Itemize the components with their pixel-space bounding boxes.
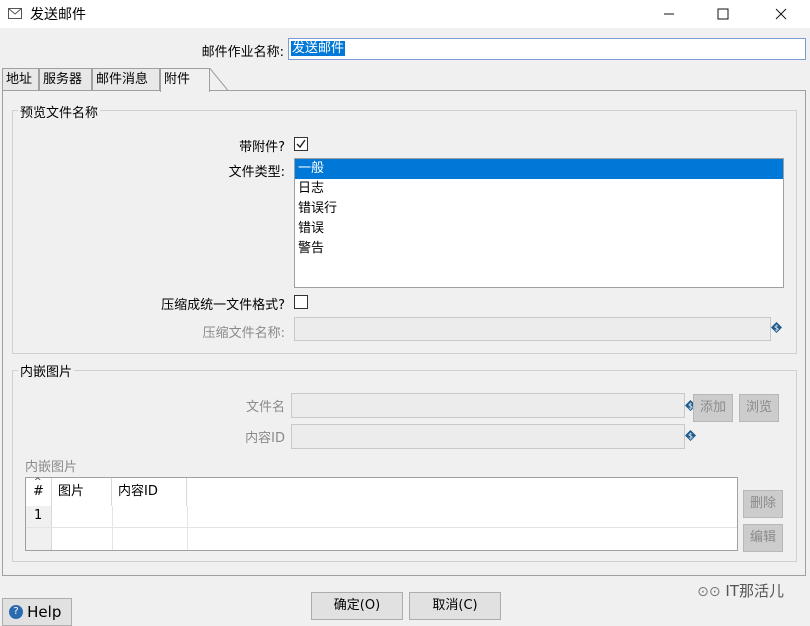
filename-label: 文件名 xyxy=(245,400,285,415)
tab-address[interactable]: 地址 xyxy=(2,68,39,90)
filename-input[interactable] xyxy=(291,393,685,418)
embedded-table-title: 内嵌图片 xyxy=(25,460,78,475)
svg-text:$: $ xyxy=(774,324,779,333)
wechat-icon: ⊙⊙ xyxy=(697,584,721,600)
browse-button[interactable]: 浏览 xyxy=(739,394,779,422)
embedded-legend: 内嵌图片 xyxy=(18,361,75,380)
help-label: Help xyxy=(27,603,62,621)
filetype-label: 文件类型: xyxy=(228,165,285,180)
tab-attachments[interactable]: 附件 xyxy=(160,68,210,92)
watermark-text: IT那活儿 xyxy=(725,582,784,600)
list-item[interactable]: 警告 xyxy=(295,239,783,259)
list-item[interactable]: 一般 xyxy=(295,159,783,179)
contentid-input[interactable] xyxy=(291,424,685,449)
contentid-label: 内容ID xyxy=(245,431,285,446)
row-number: 1 xyxy=(34,508,43,523)
cancel-button[interactable]: 取消(C) xyxy=(409,592,501,620)
variable-icon[interactable]: $ xyxy=(771,322,782,337)
embedded-table: # ^ 图片 内容ID 1 xyxy=(25,477,738,551)
attach-label: 带附件? xyxy=(239,140,285,155)
zipname-label: 压缩文件名称: xyxy=(202,326,285,341)
preview-legend: 预览文件名称 xyxy=(18,102,101,121)
table-row[interactable]: 1 xyxy=(26,506,737,550)
job-name-label: 邮件作业名称: xyxy=(201,45,284,60)
job-name-value: 发送邮件 xyxy=(291,41,346,56)
delete-button[interactable]: 删除 xyxy=(743,490,783,518)
maximize-button[interactable] xyxy=(700,0,746,28)
job-name-input[interactable]: 发送邮件 xyxy=(288,38,806,60)
list-item[interactable]: 错误行 xyxy=(295,199,783,219)
close-button[interactable] xyxy=(758,0,804,28)
compress-checkbox[interactable] xyxy=(294,295,308,309)
variable-icon[interactable]: $ xyxy=(685,430,696,445)
column-header-image[interactable]: 图片 xyxy=(52,478,112,506)
edit-button[interactable]: 编辑 xyxy=(743,524,783,552)
sort-icon: ^ xyxy=(34,477,42,487)
ok-button[interactable]: 确定(O) xyxy=(311,592,403,620)
filetype-list[interactable]: 一般 日志 错误行 错误 警告 xyxy=(294,158,784,288)
tab-message[interactable]: 邮件消息 xyxy=(92,68,160,90)
zipname-input[interactable] xyxy=(294,317,771,341)
column-header-contentid[interactable]: 内容ID xyxy=(112,478,187,506)
cell-divider xyxy=(112,506,113,550)
watermark: ⊙⊙ IT那活儿 xyxy=(697,580,784,601)
help-button[interactable]: ? Help xyxy=(2,598,72,626)
compress-label: 压缩成统一文件格式? xyxy=(161,298,285,313)
attach-checkbox[interactable] xyxy=(294,137,308,151)
window-title: 发送邮件 xyxy=(30,7,86,23)
tab-server[interactable]: 服务器 xyxy=(39,68,92,90)
mail-icon xyxy=(8,8,22,19)
svg-text:$: $ xyxy=(688,432,693,441)
add-button[interactable]: 添加 xyxy=(693,394,733,422)
list-item[interactable]: 日志 xyxy=(295,179,783,199)
minimize-button[interactable] xyxy=(646,0,692,28)
tab-edge xyxy=(208,68,230,91)
help-icon: ? xyxy=(9,605,23,619)
list-item[interactable]: 错误 xyxy=(295,219,783,239)
cell-divider xyxy=(187,506,188,550)
